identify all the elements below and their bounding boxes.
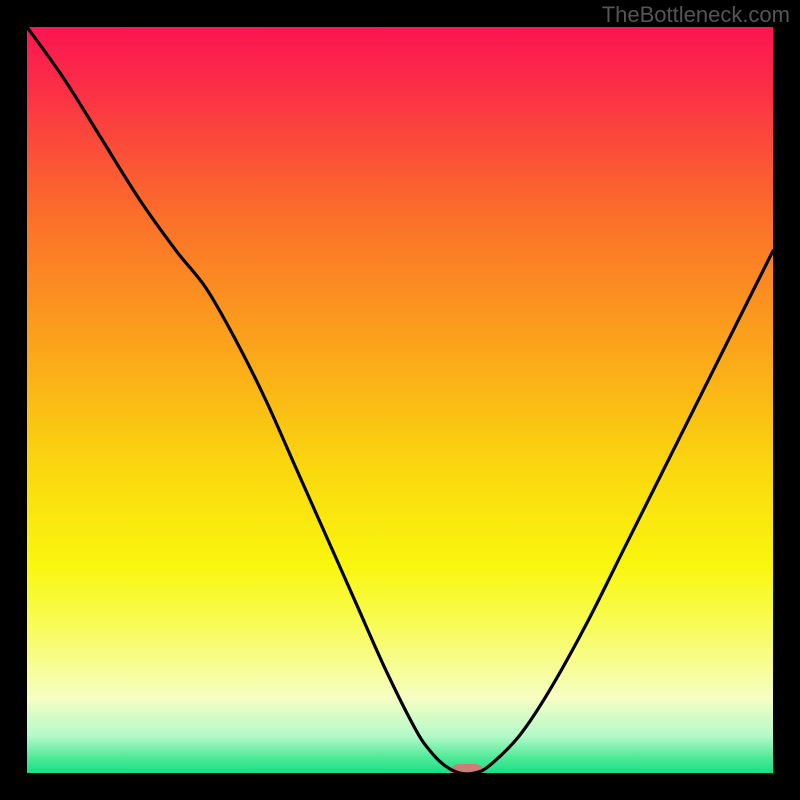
attribution-text: TheBottleneck.com [602,2,790,28]
bottleneck-curve [27,27,773,773]
chart-container: TheBottleneck.com [0,0,800,800]
plot-area [27,27,773,773]
